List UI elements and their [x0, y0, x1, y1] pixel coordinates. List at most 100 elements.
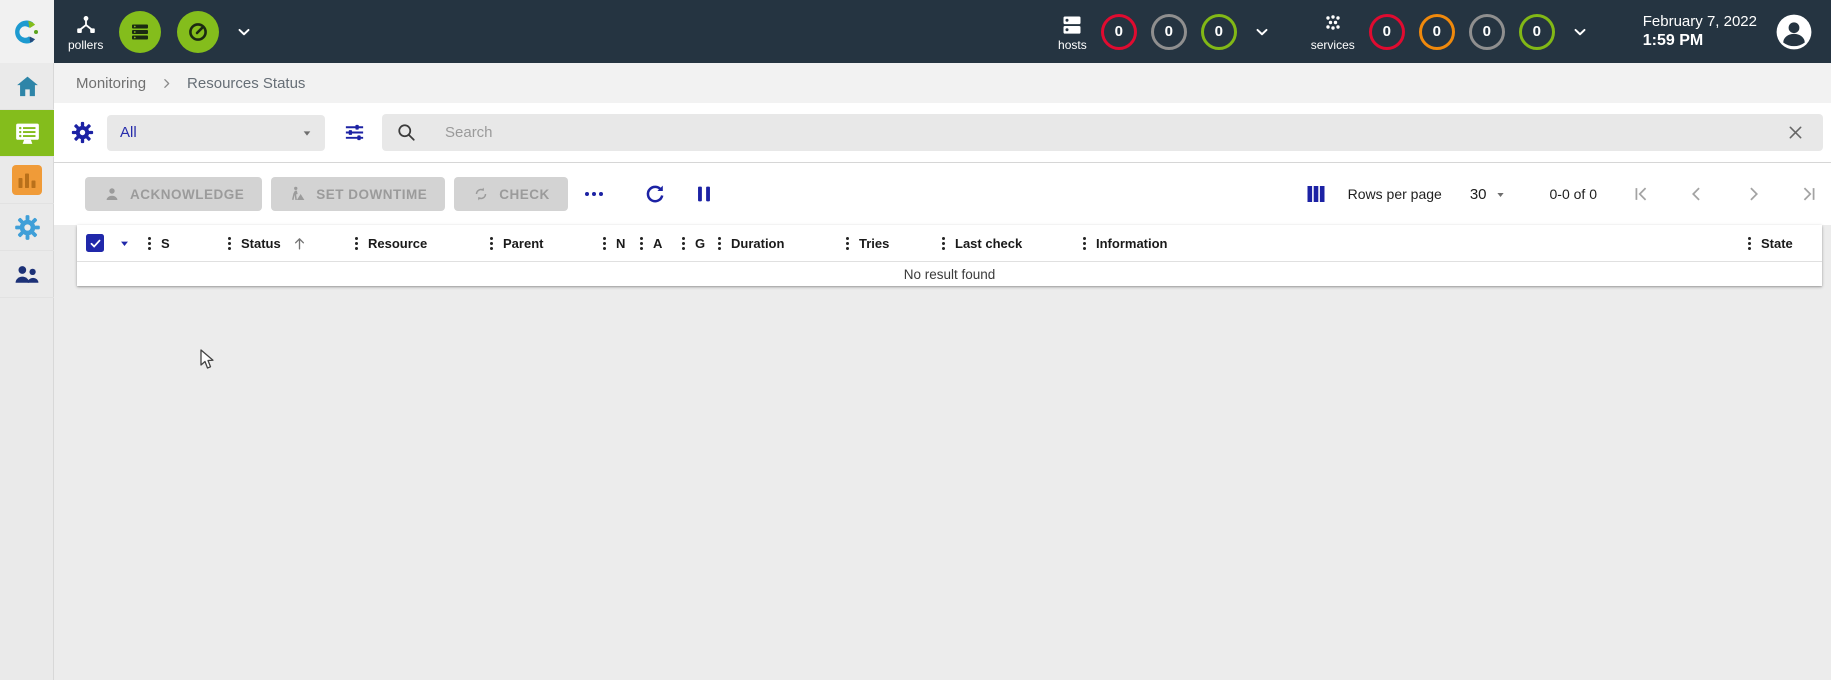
services-ok-counter[interactable]: 0 — [1519, 14, 1555, 50]
drag-handle-icon[interactable] — [228, 237, 231, 240]
sidebar-item-reporting[interactable] — [0, 157, 54, 204]
select-options-chevron-icon[interactable] — [117, 236, 132, 251]
sidebar-item-administration[interactable] — [0, 251, 54, 298]
drag-handle-icon[interactable] — [355, 237, 358, 240]
sidebar-item-home[interactable] — [0, 63, 54, 110]
drag-handle-icon[interactable] — [640, 237, 643, 240]
filter-settings-button[interactable] — [66, 116, 99, 149]
column-header-resource[interactable]: Resource — [355, 236, 490, 251]
first-page-button[interactable] — [1629, 182, 1653, 206]
gauge-icon — [186, 20, 210, 44]
drag-handle-icon[interactable] — [1748, 237, 1751, 240]
column-header-state[interactable]: State — [1748, 236, 1812, 251]
sort-ascending-icon[interactable] — [291, 235, 308, 252]
column-header-notes[interactable]: N — [603, 236, 640, 251]
downtime-worker-icon — [289, 185, 307, 203]
resources-table: S Status Resource — [77, 225, 1822, 286]
column-header-information[interactable]: Information — [1083, 236, 1748, 251]
clear-search-button[interactable] — [1782, 119, 1809, 146]
services-critical-counter[interactable]: 0 — [1369, 14, 1405, 50]
select-all-checkbox[interactable] — [86, 234, 104, 252]
sidebar-navigation — [0, 63, 54, 680]
sidebar-item-monitoring[interactable] — [0, 110, 54, 157]
column-header-parent[interactable]: Parent — [490, 236, 603, 251]
column-header-tries[interactable]: Tries — [846, 236, 942, 251]
search-icon — [396, 122, 417, 143]
user-menu-button[interactable] — [1775, 13, 1813, 51]
drag-handle-icon[interactable] — [1083, 237, 1086, 240]
breadcrumb-resources-status: Resources Status — [187, 75, 305, 92]
column-header-action[interactable]: A — [640, 236, 682, 251]
current-time: 1:59 PM — [1643, 31, 1757, 51]
actions-toolbar: ACKNOWLEDGE SET DOWNTIME CHECK — [54, 163, 1831, 225]
column-header-duration[interactable]: Duration — [718, 236, 846, 251]
pollers-status[interactable]: pollers — [68, 13, 103, 51]
hosts-up-counter[interactable]: 0 — [1201, 14, 1237, 50]
filter-scope-value: All — [120, 124, 299, 141]
drag-handle-icon[interactable] — [682, 237, 685, 240]
services-status[interactable]: services — [1311, 13, 1355, 51]
hosts-status[interactable]: hosts — [1058, 13, 1087, 51]
monitoring-screen-icon — [13, 119, 42, 148]
advanced-filter-button[interactable] — [339, 117, 370, 148]
breadcrumb-monitoring[interactable]: Monitoring — [76, 75, 146, 92]
dots-cluster-icon — [1321, 13, 1345, 37]
breadcrumb: Monitoring Resources Status — [54, 63, 1831, 103]
services-warning-counter[interactable]: 0 — [1419, 14, 1455, 50]
column-header-status[interactable]: Status — [228, 235, 355, 252]
check-button[interactable]: CHECK — [454, 177, 568, 211]
sync-icon — [472, 185, 490, 203]
column-header-last-check[interactable]: Last check — [942, 236, 1083, 251]
services-expand-chevron-icon[interactable] — [1571, 23, 1589, 41]
close-icon — [1786, 123, 1805, 142]
filter-scope-select[interactable]: All — [107, 115, 325, 151]
last-page-button[interactable] — [1797, 182, 1821, 206]
services-label: services — [1311, 39, 1355, 51]
drag-handle-icon[interactable] — [942, 237, 945, 240]
column-header-graph[interactable]: G — [682, 236, 718, 251]
filter-bar: All — [54, 103, 1831, 163]
drag-handle-icon[interactable] — [148, 237, 151, 240]
column-header-severity[interactable]: S — [148, 236, 228, 251]
more-actions-button[interactable] — [585, 192, 603, 196]
rows-per-page-value: 30 — [1470, 186, 1487, 203]
centreon-logo[interactable] — [0, 0, 54, 63]
sidebar-item-configuration[interactable] — [0, 204, 54, 251]
next-page-icon — [1743, 184, 1763, 204]
tune-sliders-icon — [343, 121, 366, 144]
previous-page-button[interactable] — [1685, 182, 1709, 206]
select-all-cell — [86, 234, 148, 252]
set-downtime-button[interactable]: SET DOWNTIME — [271, 177, 445, 211]
current-date: February 7, 2022 — [1643, 12, 1757, 31]
mouse-cursor — [200, 349, 218, 371]
drag-handle-icon[interactable] — [718, 237, 721, 240]
gear-icon — [70, 120, 95, 145]
hosts-down-counter[interactable]: 0 — [1101, 14, 1137, 50]
table-header-row: S Status Resource — [77, 225, 1822, 262]
empty-result-row: No result found — [77, 262, 1822, 286]
drag-handle-icon[interactable] — [490, 237, 493, 240]
avatar-icon — [1775, 13, 1813, 51]
hosts-expand-chevron-icon[interactable] — [1253, 23, 1271, 41]
services-unknown-counter[interactable]: 0 — [1469, 14, 1505, 50]
pagination-range: 0-0 of 0 — [1550, 186, 1597, 202]
search-input[interactable] — [445, 124, 1782, 141]
first-page-icon — [1631, 184, 1651, 204]
refresh-button[interactable] — [639, 178, 671, 210]
poller-list-button[interactable] — [119, 11, 161, 53]
acknowledge-button[interactable]: ACKNOWLEDGE — [85, 177, 262, 211]
poller-gauge-button[interactable] — [177, 11, 219, 53]
edit-columns-button[interactable] — [1300, 178, 1332, 210]
main-content: Monitoring Resources Status — [54, 63, 1831, 680]
drag-handle-icon[interactable] — [846, 237, 849, 240]
chevron-down-icon — [299, 125, 315, 141]
bar-chart-icon — [12, 165, 42, 195]
rows-per-page-select[interactable]: 30 — [1470, 186, 1508, 203]
clock: February 7, 2022 1:59 PM — [1643, 12, 1757, 51]
columns-icon — [1304, 182, 1328, 206]
pause-autorefresh-button[interactable] — [689, 179, 719, 209]
hosts-unreachable-counter[interactable]: 0 — [1151, 14, 1187, 50]
drag-handle-icon[interactable] — [603, 237, 606, 240]
next-page-button[interactable] — [1741, 182, 1765, 206]
pollers-expand-chevron-icon[interactable] — [235, 23, 253, 41]
